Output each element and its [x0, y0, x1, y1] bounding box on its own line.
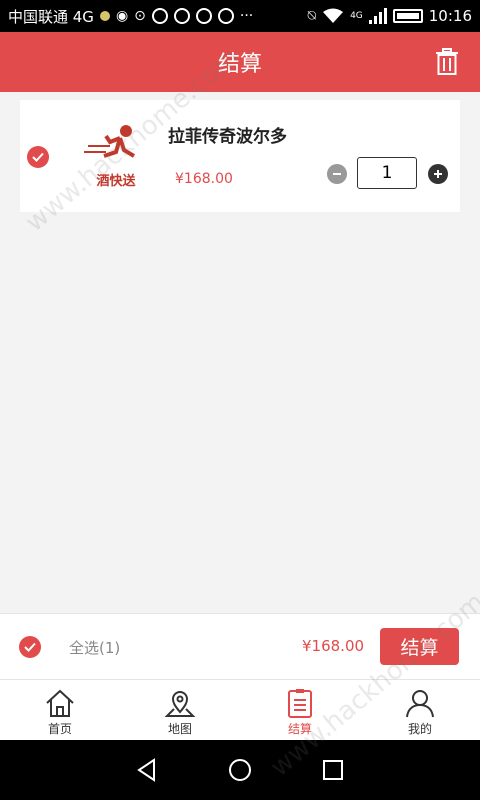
- check-icon: [24, 642, 36, 652]
- tab-home-label: 首页: [47, 722, 72, 736]
- home-circle-icon[interactable]: [227, 757, 253, 783]
- qq-icon: [151, 8, 168, 24]
- plus-icon: [434, 170, 442, 178]
- total-price: ¥168.00: [302, 637, 365, 655]
- page-title: 结算: [217, 52, 262, 77]
- network-badge: 4G: [350, 11, 363, 21]
- tab-profile-label: 我的: [407, 722, 432, 736]
- tab-checkout[interactable]: 结算: [240, 680, 360, 741]
- carrier-label: 中国联通 4G: [8, 7, 94, 26]
- status-bar: 中国联通 4G ◉ ⊙ ··· ⍉ 4G 10:16: [0, 0, 480, 32]
- app-header: 结算: [0, 32, 480, 92]
- tab-bar: 首页 地图 结算 我的: [0, 679, 480, 740]
- qq-icon: [217, 8, 234, 24]
- more-icon: ···: [239, 8, 254, 24]
- minus-icon: [333, 173, 341, 175]
- product-logo: 酒快送: [80, 122, 152, 189]
- running-man-icon: [84, 125, 136, 158]
- logo-text: 酒快送: [96, 174, 136, 189]
- decrease-quantity-button[interactable]: [327, 164, 347, 184]
- trash-icon[interactable]: [434, 48, 460, 76]
- back-icon[interactable]: [134, 757, 160, 783]
- item-checkbox[interactable]: [27, 146, 49, 168]
- user-icon: [406, 690, 434, 718]
- product-name: 拉菲传奇波尔多: [168, 127, 287, 147]
- qq-icon: [173, 8, 190, 24]
- check-icon: [32, 152, 44, 162]
- wifi-icon: [323, 8, 344, 23]
- system-nav-bar: [0, 740, 480, 800]
- tab-home[interactable]: 首页: [0, 680, 120, 741]
- notification-dot-icon: [99, 11, 110, 21]
- map-pin-icon: [164, 691, 196, 717]
- quantity-input[interactable]: [357, 157, 417, 189]
- recent-apps-icon[interactable]: [320, 757, 346, 783]
- tab-checkout-label: 结算: [287, 722, 312, 736]
- checkout-bar: 全选(1) ¥168.00 结算: [0, 613, 480, 679]
- select-all-checkbox[interactable]: [19, 636, 41, 658]
- cart-item: 酒快送 拉菲传奇波尔多 ¥168.00: [20, 100, 460, 212]
- clipboard-icon: [288, 689, 312, 718]
- home-icon: [46, 689, 74, 717]
- location-icon: ⊙: [134, 8, 146, 24]
- increase-quantity-button[interactable]: [428, 164, 448, 184]
- mute-icon: ⍉: [307, 8, 317, 24]
- qq-icon: [195, 8, 212, 24]
- tab-map[interactable]: 地图: [120, 680, 240, 741]
- clock: 10:16: [428, 7, 472, 25]
- chat-icon: ◉: [115, 8, 129, 24]
- battery-icon: [392, 9, 423, 23]
- checkout-button[interactable]: 结算: [380, 628, 459, 665]
- tab-profile[interactable]: 我的: [360, 680, 480, 741]
- tab-map-label: 地图: [167, 722, 192, 736]
- product-price: ¥168.00: [175, 171, 233, 187]
- select-all-label[interactable]: 全选(1): [69, 637, 120, 658]
- signal-icon: [368, 8, 387, 24]
